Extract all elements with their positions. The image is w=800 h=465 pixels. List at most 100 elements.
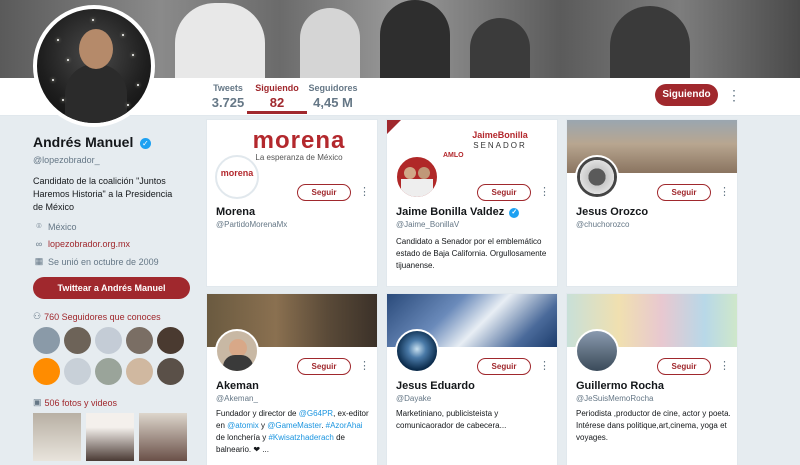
banner-logo: morena [252, 127, 346, 154]
card-more-icon[interactable]: ⋮ [359, 358, 370, 375]
nav-count: 82 [269, 95, 285, 110]
follow-button[interactable]: Seguir [657, 358, 711, 375]
card-avatar[interactable] [395, 155, 439, 199]
following-button[interactable]: Siguiendo [655, 84, 718, 106]
card-bio: Candidato a Senador por el emblemático e… [396, 237, 547, 270]
follow-button[interactable]: Seguir [657, 184, 711, 201]
followers-you-know-grid [33, 327, 193, 385]
follower-avatar[interactable] [126, 327, 153, 354]
user-card[interactable]: Seguir ⋮ Jesus Eduardo @Dayake Marketini… [386, 293, 558, 465]
card-avatar[interactable] [575, 329, 619, 373]
location-row: ⌾ México [33, 221, 193, 232]
card-handle: @Jaime_BonillaV [396, 220, 460, 229]
hashtag-link[interactable]: #Kwisatzhaderach [268, 433, 333, 442]
mention-link[interactable]: @GameMaster [267, 421, 321, 430]
follow-button[interactable]: Seguir [297, 358, 351, 375]
card-avatar[interactable]: morena [215, 155, 259, 199]
joined-row: ▦ Se unió en octubre de 2009 [33, 256, 193, 267]
photos-grid [33, 413, 193, 461]
card-name[interactable]: Jesus Orozco [576, 206, 648, 218]
spark [57, 39, 59, 41]
follower-avatar[interactable] [64, 327, 91, 354]
more-options-icon[interactable]: ⋮ [727, 86, 741, 104]
spark [137, 84, 139, 86]
photo-thumb[interactable] [86, 413, 134, 461]
banner-figure [610, 6, 690, 78]
card-handle: @chuchorozco [576, 220, 630, 229]
card-more-icon[interactable]: ⋮ [719, 184, 730, 201]
card-handle: @PartidoMorenaMx [216, 220, 288, 229]
calendar-icon: ▦ [34, 256, 44, 266]
location-text: México [48, 221, 77, 232]
image-icon: ▣ [33, 397, 42, 407]
card-bio: Periodista ,productor de cine, actor y p… [576, 409, 731, 442]
location-pin-icon: ⌾ [36, 221, 42, 231]
follower-avatar[interactable] [157, 358, 184, 385]
follower-avatar[interactable] [64, 358, 91, 385]
follower-avatar[interactable] [126, 358, 153, 385]
user-card[interactable]: Seguir ⋮ Jesus Orozco @chuchorozco [566, 119, 738, 287]
follower-avatar[interactable] [33, 327, 60, 354]
follower-avatar[interactable] [95, 358, 122, 385]
avatar-logo-text: morena [220, 168, 254, 178]
banner-figure [380, 0, 450, 78]
followers-you-know-label: 760 Seguidores que conoces [44, 311, 161, 322]
banner-podium [300, 8, 360, 78]
avatar-bodies [401, 179, 433, 197]
follower-avatar[interactable] [95, 327, 122, 354]
card-more-icon[interactable]: ⋮ [539, 184, 550, 201]
followers-you-know-link[interactable]: ⚇ 760 Seguidores que conoces [33, 311, 193, 322]
follower-avatar[interactable] [33, 358, 60, 385]
user-card[interactable]: JaimeBonilla SENADOR AMLO Seguir ⋮ Jaime… [386, 119, 558, 287]
nav-label: Siguiendo [255, 83, 299, 93]
user-card[interactable]: Seguir ⋮ Akeman @Akeman_ Fundador y dire… [206, 293, 378, 465]
follow-button[interactable]: Seguir [477, 358, 531, 375]
nav-followers[interactable]: Seguidores 4,45 M [303, 83, 363, 110]
banner-figure [470, 18, 530, 78]
avatar-body [223, 355, 253, 371]
card-name-row: Jaime Bonilla Valdez ✓ [396, 206, 520, 218]
card-more-icon[interactable]: ⋮ [539, 358, 550, 375]
spark [127, 104, 129, 106]
spark [92, 19, 94, 21]
card-more-icon[interactable]: ⋮ [359, 184, 370, 201]
spark [122, 34, 124, 36]
card-avatar[interactable] [395, 329, 439, 373]
card-handle: @JeSuisMemoRocha [576, 394, 654, 403]
card-avatar[interactable] [575, 155, 619, 199]
follow-button[interactable]: Seguir [477, 184, 531, 201]
mention-link[interactable]: @atomix [227, 421, 259, 430]
nav-following[interactable]: Siguiendo 82 [247, 83, 307, 114]
avatar-face [418, 167, 430, 179]
card-avatar[interactable] [215, 329, 259, 373]
website-link[interactable]: lopezobrador.org.mx [48, 239, 130, 249]
photo-thumb[interactable] [33, 413, 81, 461]
photos-videos-label: 506 fotos y videos [44, 397, 118, 408]
card-name[interactable]: Jesus Eduardo [396, 380, 475, 392]
avatar-body [65, 64, 127, 123]
bio-text: Fundador y director de [216, 409, 299, 418]
photos-videos-link[interactable]: ▣ 506 fotos y videos [33, 397, 193, 408]
profile-sidebar: Andrés Manuel ✓ @lopezobrador_ Candidato… [33, 134, 193, 461]
card-handle: @Dayake [396, 394, 432, 403]
user-card[interactable]: morena La esperanza de México morena Seg… [206, 119, 378, 287]
profile-avatar[interactable] [33, 5, 155, 127]
follow-button[interactable]: Seguir [297, 184, 351, 201]
card-name[interactable]: Akeman [216, 380, 259, 392]
avatar-face [404, 167, 416, 179]
follower-avatar[interactable] [157, 327, 184, 354]
card-name[interactable]: Morena [216, 206, 255, 218]
card-name[interactable]: Guillermo Rocha [576, 380, 664, 392]
photo-thumb[interactable] [139, 413, 187, 461]
spark [52, 79, 54, 81]
user-card[interactable]: Seguir ⋮ Guillermo Rocha @JeSuisMemoRoch… [566, 293, 738, 465]
card-bio: Marketiniano, publicisteista y comunicao… [396, 409, 507, 430]
card-more-icon[interactable]: ⋮ [719, 358, 730, 375]
hashtag-link[interactable]: #AzorAhai [326, 421, 363, 430]
mention-link[interactable]: @G64PR [299, 409, 333, 418]
banner-figure [175, 3, 265, 78]
tweet-to-button[interactable]: Twittear a Andrés Manuel [33, 277, 190, 299]
card-name[interactable]: Jaime Bonilla Valdez [396, 206, 504, 218]
banner-title: JaimeBonilla [472, 130, 528, 140]
nav-count: 4,45 M [313, 95, 353, 110]
